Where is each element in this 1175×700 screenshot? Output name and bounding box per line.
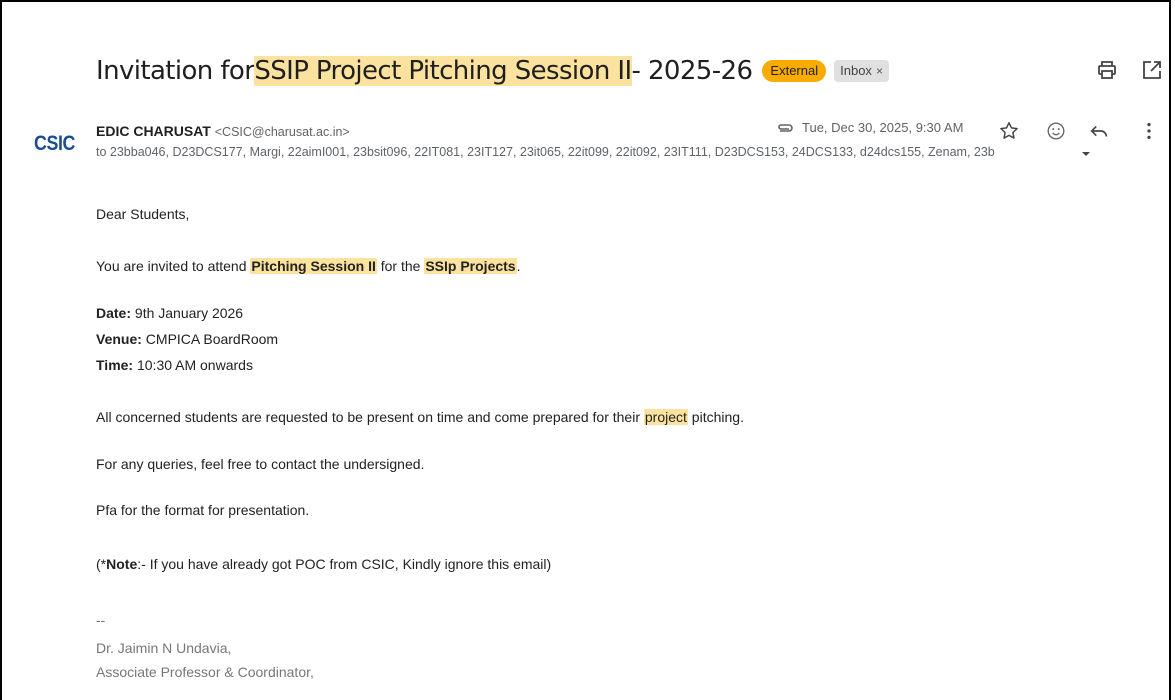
emoji-reaction-icon[interactable] [1045, 120, 1067, 142]
date-value: 9th January 2026 [131, 305, 244, 321]
inbox-label-chip[interactable]: Inbox × [834, 60, 889, 82]
present-line: All concerned students are requested to … [96, 409, 744, 425]
paperclip-icon [778, 123, 793, 132]
greeting: Dear Students, [96, 206, 190, 222]
message-meta: Tue, Dec 30, 2025, 9:30 AM [776, 120, 963, 135]
sender-email: <CSIC@charusat.ac.in> [214, 125, 350, 139]
sender-name[interactable]: EDIC CHARUSAT [96, 123, 211, 139]
date-label: Date: [96, 305, 132, 321]
venue-value: CMPICA BoardRoom [141, 331, 279, 347]
note-line: (*Note:- If you have already got POC fro… [96, 556, 551, 572]
chevron-down-icon[interactable] [1081, 150, 1091, 158]
inbox-label-text: Inbox [840, 63, 872, 78]
signature-name: Dr. Jaimin N Undavia, [96, 640, 232, 656]
email-subject: Invitation for SSIP Project Pitching Ses… [96, 50, 889, 92]
recipients-line: to 23bba046, D23DCS177, Margi, 22aimI001… [96, 145, 995, 159]
note-text: :- If you have already got POC from CSIC… [137, 556, 552, 572]
more-vert-icon[interactable] [1138, 120, 1160, 142]
reply-icon[interactable] [1088, 120, 1110, 142]
star-icon[interactable] [998, 120, 1020, 142]
project-highlight: project [643, 409, 688, 425]
external-badge: External [762, 60, 827, 82]
message-date: Tue, Dec 30, 2025, 9:30 AM [802, 120, 964, 135]
sender-line: EDIC CHARUSAT <CSIC@charusat.ac.in> [96, 123, 350, 139]
subject-suffix: - 2025-26 [631, 56, 753, 86]
print-icon[interactable] [1095, 58, 1119, 82]
time-label: Time: [96, 357, 134, 373]
open-in-new-window-icon[interactable] [1140, 58, 1164, 82]
note-open: (* [96, 556, 107, 572]
pfa-line: Pfa for the format for presentation. [96, 502, 310, 518]
queries-line: For any queries, feel free to contact th… [96, 456, 425, 472]
email-frame [0, 0, 1171, 700]
sender-avatar-logo: CSIC [34, 132, 75, 155]
venue-label: Venue: [96, 331, 142, 347]
signature-title: Associate Professor & Coordinator, [96, 664, 314, 680]
present-text-1: All concerned students are requested to … [96, 409, 644, 425]
present-text-2: pitching. [687, 409, 744, 425]
venue-line: Venue: CMPICA BoardRoom [96, 331, 278, 347]
invite-session-highlight: Pitching Session II [250, 258, 377, 274]
remove-label-button[interactable]: × [876, 64, 883, 78]
invite-projects-highlight: SSIp Projects [424, 258, 517, 274]
note-label: Note [106, 556, 138, 572]
subject-highlight: SSIP Project Pitching Session II [254, 56, 632, 86]
invite-text-3: . [516, 258, 521, 274]
time-line: Time: 10:30 AM onwards [96, 357, 253, 373]
date-line: Date: 9th January 2026 [96, 305, 243, 321]
invite-line: You are invited to attend Pitching Sessi… [96, 258, 520, 274]
signature-dashes: -- [96, 612, 106, 628]
invite-text-1: You are invited to attend [96, 258, 251, 274]
invite-text-2: for the [376, 258, 425, 274]
time-value: 10:30 AM onwards [133, 357, 253, 373]
subject-prefix: Invitation for [96, 56, 255, 86]
